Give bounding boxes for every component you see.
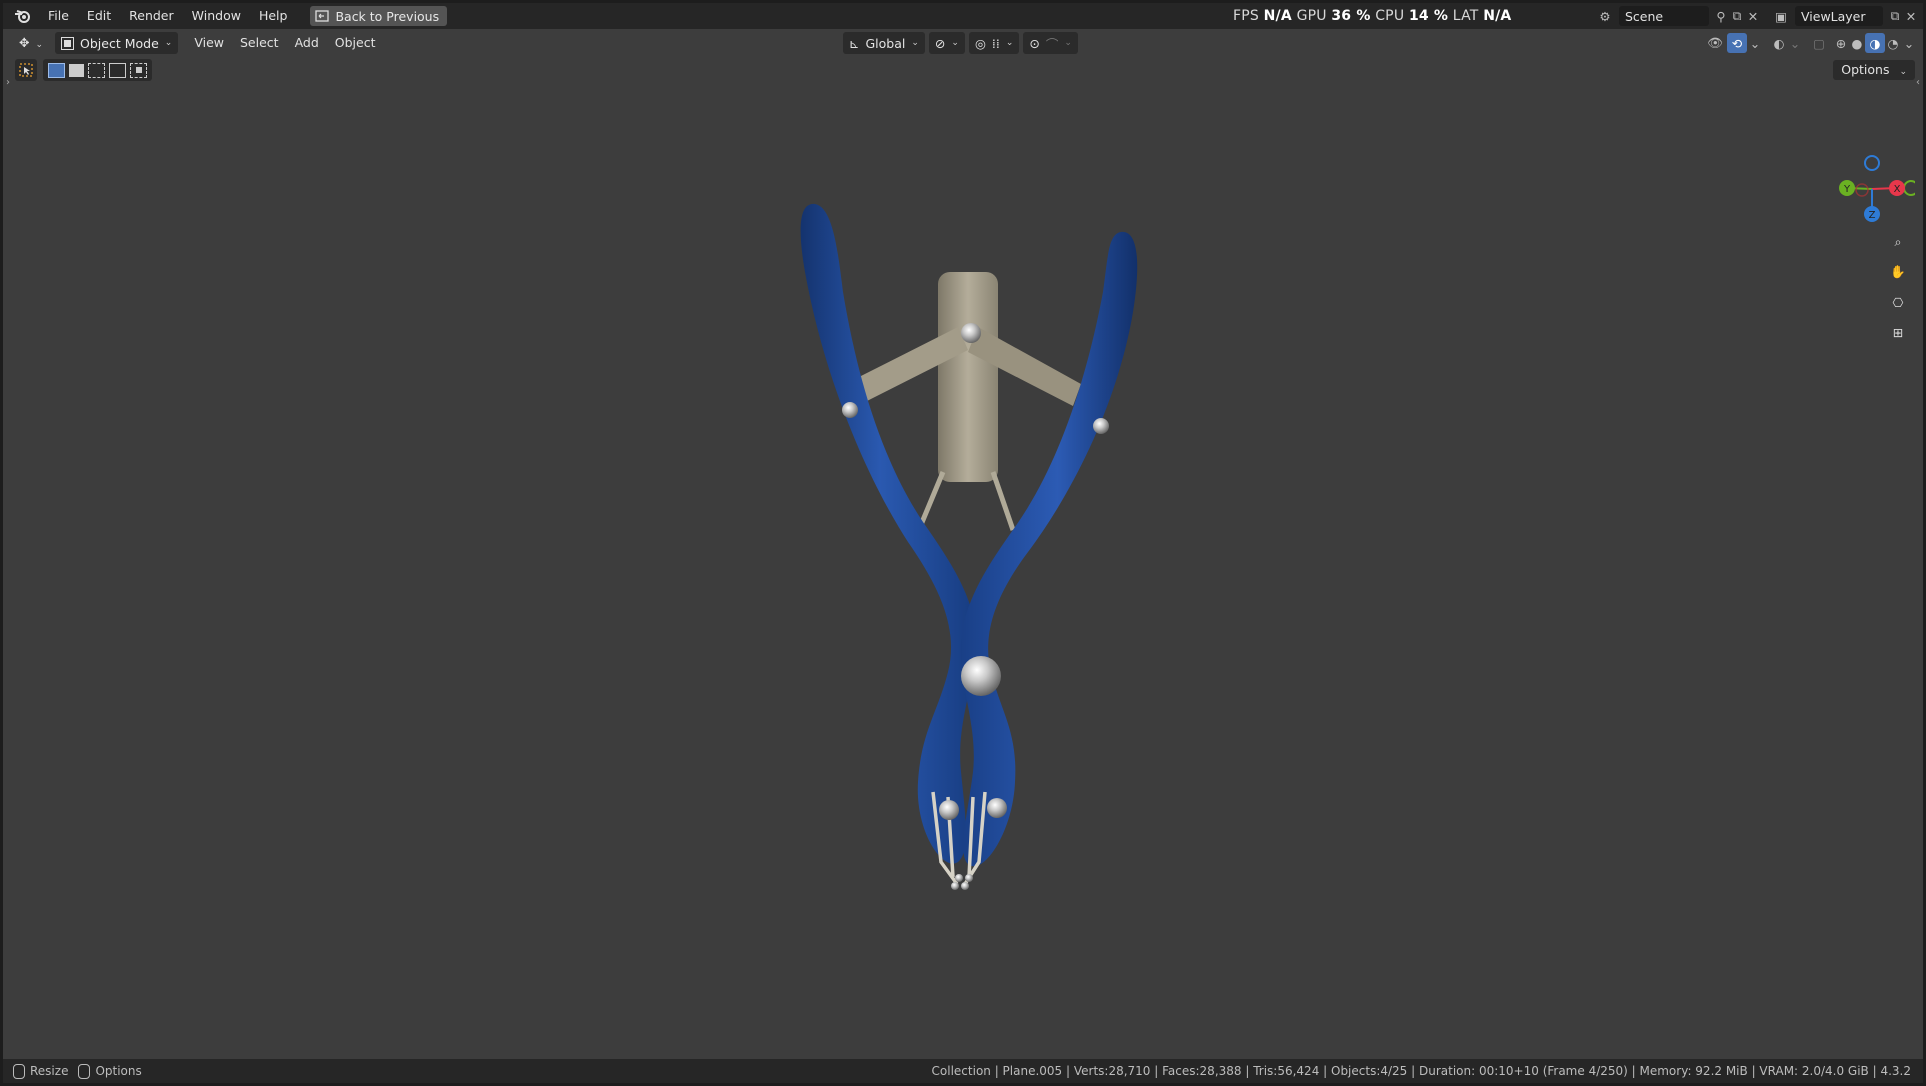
spreader-body: [938, 272, 998, 482]
delete-scene-icon[interactable]: ✕: [1745, 8, 1761, 24]
status-hint-resize: Resize: [30, 1064, 69, 1078]
orientation-label: Global: [865, 35, 906, 51]
transform-tools: ⊾ Global ⌄ ⊘ ⌄ ◎ ⁞⁞ ⌄ ⊙ ⌒ ⌄: [843, 29, 1082, 57]
mouse-left-icon: [13, 1063, 25, 1079]
gizmo-toggle-icon[interactable]: ⟲: [1727, 33, 1747, 53]
camera-view-icon[interactable]: ⎔: [1885, 289, 1911, 315]
orientation-icon: ⊾: [849, 35, 860, 51]
scene-name: Scene: [1625, 8, 1664, 24]
object-mode-label: Object Mode: [80, 35, 159, 51]
orientation-dropdown[interactable]: ⊾ Global ⌄: [843, 32, 925, 54]
lat-label: LAT: [1452, 8, 1479, 24]
pivot-icon: ⊘: [934, 35, 946, 51]
status-bar: Resize Options Collection | Plane.005 | …: [3, 1059, 1923, 1083]
view-layer-field[interactable]: ViewLayer: [1795, 6, 1883, 26]
chevron-down-icon: ⌄: [164, 38, 173, 48]
menu-select[interactable]: Select: [232, 32, 287, 54]
gizmo-dropdown-icon[interactable]: ⌄: [1747, 35, 1763, 51]
pliers-model[interactable]: [743, 172, 1183, 992]
blender-logo-icon[interactable]: [13, 6, 33, 26]
gpu-value: 36 %: [1331, 8, 1371, 24]
back-to-previous-label: Back to Previous: [335, 8, 440, 24]
view-layer-icon[interactable]: ▣: [1773, 8, 1789, 24]
blender-window: File Edit Render Window Help Back to Pre…: [3, 3, 1923, 1083]
scene-type-icon[interactable]: ⚙: [1597, 8, 1613, 24]
editor-type-icon: ✥: [19, 35, 30, 50]
rendered-shading-icon[interactable]: ◔: [1885, 35, 1901, 51]
navigation-gizmo[interactable]: X Y Z: [1825, 137, 1915, 227]
gpu-label: GPU: [1296, 8, 1327, 24]
object-mode-dropdown[interactable]: Object Mode ⌄: [55, 32, 179, 54]
mouse-right-icon: [78, 1063, 91, 1079]
pivot-point-dropdown[interactable]: ⊘ ⌄: [928, 32, 965, 54]
menu-view[interactable]: View: [186, 32, 232, 54]
rivet: [987, 798, 1007, 818]
scene-field[interactable]: Scene: [1619, 6, 1709, 26]
wireframe-shading-icon[interactable]: ⊕: [1833, 35, 1849, 51]
performance-readout: FPS N/A GPU 36 % CPU 14 % LAT N/A: [1233, 3, 1511, 29]
pivot-rivet: [961, 656, 1001, 696]
new-scene-icon[interactable]: ⧉: [1729, 8, 1745, 24]
back-screen-icon: [315, 10, 330, 22]
shading-dropdown-icon[interactable]: ⌄: [1901, 35, 1917, 51]
toolbar-expand-arrow[interactable]: ›: [6, 77, 10, 88]
neg-y-axis-handle[interactable]: [1903, 180, 1915, 196]
3d-viewport[interactable]: › ‹ X Y Z ⌕ ✋ ⎔ ⊞: [3, 57, 1923, 1059]
scene-selectors: ⚙ Scene ⚲ ⧉ ✕ ▣ ViewLayer ⧉ ✕: [1597, 3, 1923, 29]
zoom-icon[interactable]: ⌕: [1885, 229, 1911, 255]
rivet: [939, 800, 959, 820]
overlays-icon[interactable]: ◐: [1771, 35, 1787, 51]
z-axis-label: Z: [1869, 210, 1876, 221]
fps-value: N/A: [1263, 8, 1292, 24]
visibility-icon[interactable]: 👁: [1707, 35, 1723, 51]
proportional-edit-icon: ⊙: [1029, 35, 1040, 51]
status-hints: Resize Options: [13, 1063, 142, 1079]
status-hint-options: Options: [95, 1064, 142, 1078]
back-to-previous-button[interactable]: Back to Previous: [310, 6, 448, 26]
menu-object[interactable]: Object: [327, 32, 384, 54]
solid-shading-icon[interactable]: ●: [1849, 35, 1865, 51]
viewport-navigation-buttons: ⌕ ✋ ⎔ ⊞: [1885, 229, 1911, 349]
object-mode-icon: [61, 36, 75, 50]
rivet: [842, 402, 858, 418]
menu-render[interactable]: Render: [120, 5, 183, 27]
pan-hand-icon[interactable]: ✋: [1885, 259, 1911, 285]
sidebar-expand-arrow[interactable]: ‹: [1916, 77, 1920, 88]
rivet: [1093, 418, 1109, 434]
overlays-dropdown-icon[interactable]: ⌄: [1787, 35, 1803, 51]
snap-grid-icon: ⁞⁞: [991, 35, 1000, 51]
viewport-shading-tools: 👁 ⟲ ⌄ ◐ ⌄ ▢ ⊕ ● ◑ ◔ ⌄: [1707, 29, 1917, 57]
xray-toggle-icon[interactable]: ▢: [1811, 35, 1827, 51]
snap-magnet-icon: ◎: [974, 35, 986, 51]
editor-type-button[interactable]: ✥ ⌄: [11, 32, 51, 54]
material-preview-shading-icon[interactable]: ◑: [1865, 33, 1885, 53]
fps-label: FPS: [1233, 8, 1259, 24]
scene-statistics: Collection | Plane.005 | Verts:28,710 | …: [931, 1064, 1911, 1078]
top-menu-bar: File Edit Render Window Help Back to Pre…: [3, 3, 1923, 29]
menu-add[interactable]: Add: [287, 32, 327, 54]
snapping-group[interactable]: ◎ ⁞⁞ ⌄: [968, 32, 1020, 54]
new-view-layer-icon[interactable]: ⧉: [1887, 8, 1903, 24]
cpu-value: 14 %: [1408, 8, 1449, 24]
pin-icon[interactable]: ⚲: [1713, 8, 1729, 24]
y-axis-label: Y: [1843, 184, 1851, 195]
proportional-edit-group[interactable]: ⊙ ⌒ ⌄: [1023, 32, 1078, 54]
menu-edit[interactable]: Edit: [78, 5, 120, 27]
falloff-icon: ⌒: [1045, 36, 1059, 52]
delete-view-layer-icon[interactable]: ✕: [1903, 8, 1919, 24]
x-axis-label: X: [1894, 184, 1901, 195]
perspective-toggle-icon[interactable]: ⊞: [1885, 319, 1911, 345]
lat-value: N/A: [1483, 8, 1512, 24]
menu-window[interactable]: Window: [183, 5, 250, 27]
view-layer-name: ViewLayer: [1801, 8, 1866, 24]
cpu-label: CPU: [1375, 8, 1405, 24]
menu-help[interactable]: Help: [250, 5, 297, 27]
menu-file[interactable]: File: [39, 5, 78, 27]
